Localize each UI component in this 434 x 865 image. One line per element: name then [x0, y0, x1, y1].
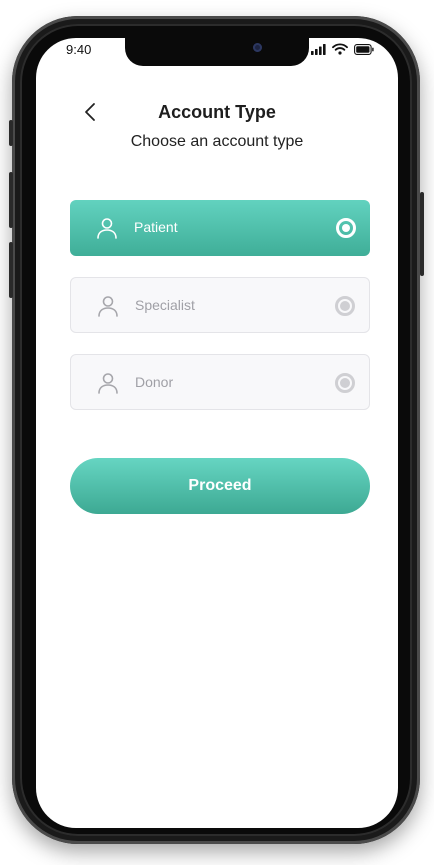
wifi-icon [332, 43, 348, 55]
power-button [420, 192, 424, 276]
proceed-button[interactable]: Proceed [70, 458, 370, 514]
status-time: 9:40 [66, 42, 92, 57]
account-option-label: Donor [135, 374, 174, 390]
user-icon [98, 373, 118, 394]
radio-unselected[interactable] [335, 373, 355, 393]
stage: 9:40 Account Type Choose an account type… [0, 0, 434, 865]
camera-icon [253, 43, 262, 52]
account-option-label: Patient [134, 219, 178, 235]
volume-up-button [9, 172, 13, 228]
account-option-label: Specialist [135, 297, 195, 313]
account-option-specialist[interactable]: Specialist [70, 277, 370, 333]
radio-unselected[interactable] [335, 296, 355, 316]
battery-icon [354, 43, 374, 55]
account-option-patient[interactable]: Patient [70, 200, 370, 256]
radio-selected[interactable] [336, 218, 356, 238]
page-subtitle: Choose an account type [130, 133, 304, 150]
notch [125, 38, 309, 66]
volume-down-button [9, 242, 13, 298]
status-icons [311, 43, 374, 55]
page-title: Account Type [158, 102, 276, 122]
user-icon [97, 218, 117, 239]
phone-screen: 9:40 Account Type Choose an account type… [36, 38, 398, 828]
signal-icon [311, 43, 326, 55]
mute-switch [9, 120, 13, 146]
user-icon [98, 296, 118, 317]
account-option-donor[interactable]: Donor [70, 354, 370, 410]
